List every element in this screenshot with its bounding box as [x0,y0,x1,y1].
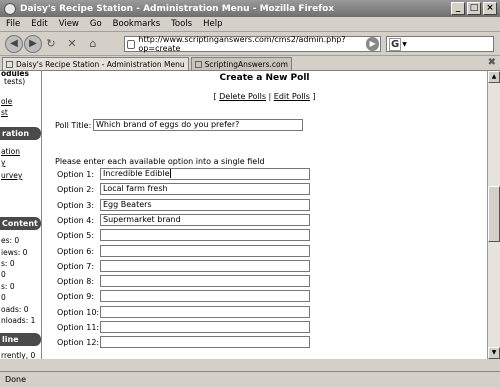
menu-go[interactable]: Go [90,19,102,29]
option-7-input[interactable] [100,259,310,272]
option-11-input[interactable] [100,321,310,333]
sidebar-link[interactable]: urvey [1,171,22,180]
option-2-input[interactable]: Local farm fresh [100,183,310,196]
status-text: Done [5,375,27,384]
scroll-thumb[interactable] [488,186,500,242]
menu-tools[interactable]: Tools [171,19,192,29]
maximize-button[interactable]: □ [467,2,481,15]
sidebar-stat: oads: 0 [1,305,29,314]
edit-polls-link[interactable]: Edit Polls [274,92,310,101]
chevron-down-icon[interactable]: ▼ [402,41,407,48]
page-icon [127,39,136,49]
stop-icon[interactable]: ✕ [64,36,80,52]
search-box[interactable]: G ▼ [386,36,494,52]
sidebar-text: tests) [4,77,26,86]
address-url[interactable]: http://www.scriptinganswers.com/cms2/adm… [138,35,366,53]
option-label: Option 12: [57,338,100,348]
scroll-down-icon[interactable]: ▼ [488,347,500,359]
sidebar-stat: 0 [1,270,6,279]
window-title: Daisy's Recipe Station - Administration … [20,3,335,14]
sidebar-stat: iews: 0 [1,248,28,257]
option-label: Option 3: [57,200,95,210]
sidebar-header-content: Content [0,217,41,230]
menu-view[interactable]: View [59,19,79,29]
sidebar-header-administration: ration [0,127,41,140]
close-button[interactable]: × [483,2,497,15]
sidebar-link[interactable]: ole [1,97,12,106]
sidebar-stat: s: 0 [1,282,15,291]
search-engine-icon[interactable]: G [389,37,402,51]
bracket-close: ] [312,92,316,101]
sidebar-stat: nloads: 1 [1,316,36,325]
instructions-text: Please enter each available option into … [55,157,265,166]
tab-bar: Daisy's Recipe Station - Administration … [0,56,500,71]
sidebar-stat: s: 0 [1,259,15,268]
poll-title-input[interactable]: Which brand of eggs do you prefer? [93,119,303,131]
sidebar-link[interactable]: st [1,108,8,117]
page-title: Create a New Poll [219,73,310,83]
menu-file[interactable]: File [6,19,20,29]
option-10-input[interactable] [100,305,310,318]
vertical-scrollbar[interactable]: ▲ ▼ [487,71,500,359]
tab-label: ScriptingAnswers.com [204,59,288,69]
option-label: Option 11: [57,323,100,332]
tab-scriptinganswers[interactable]: ScriptingAnswers.com [190,57,292,70]
option-label: Option 10: [57,307,100,317]
option-label: Option 9: [57,292,95,302]
sidebar-link[interactable]: ation [1,147,20,156]
option-label: Option 2: [57,185,95,195]
tab-page-icon [6,60,13,68]
option-1-input[interactable]: Incredible Edible [100,168,310,180]
option-label: Option 7: [57,261,95,271]
go-icon[interactable]: ▶ [366,37,379,51]
back-icon[interactable]: ◀ [5,34,23,53]
menu-bar: File Edit View Go Bookmarks Tools Help [0,17,500,32]
option-8-input[interactable] [100,275,310,288]
sidebar-text: rrently, 0 [1,351,36,359]
tab-label: Daisy's Recipe Station - Administration … [16,59,185,69]
delete-polls-link[interactable]: Delete Polls [219,92,266,101]
scroll-up-icon[interactable]: ▲ [488,71,500,83]
option-12-input[interactable] [100,336,310,349]
option-label: Option 4: [57,215,95,225]
menu-edit[interactable]: Edit [31,19,47,29]
firefox-icon [4,2,16,15]
sidebar-link[interactable]: y [1,158,5,167]
poll-title-label: Poll Title: [55,121,92,130]
option-5-input[interactable] [100,229,310,242]
sidebar-stat: es: 0 [1,236,20,245]
close-tab-icon[interactable]: ✖ [488,57,496,68]
left-sidebar: odules tests) ole st ration ation y urve… [0,71,42,359]
option-label: Option 6: [57,246,95,256]
link-separator: | [268,92,272,101]
menu-bookmarks[interactable]: Bookmarks [113,19,161,29]
option-label: Option 5: [57,231,95,241]
option-4-input[interactable]: Supermarket brand [100,213,310,226]
option-label: Option 1: [57,170,95,179]
main-content: Create a New Poll [ Delete Polls | Edit … [42,71,487,359]
forward-icon[interactable]: ▶ [24,34,42,53]
status-bar: Done [0,371,500,387]
option-9-input[interactable] [100,290,310,303]
sidebar-header-online: line [0,333,41,346]
title-bar: Daisy's Recipe Station - Administration … [0,0,500,17]
tab-page-icon [194,60,202,68]
sidebar-stat: 0 [1,293,6,302]
option-3-input[interactable]: Egg Beaters [100,198,310,211]
home-icon[interactable]: ⌂ [85,36,101,52]
bracket-open: [ [213,92,217,101]
address-bar[interactable]: http://www.scriptinganswers.com/cms2/adm… [124,35,381,53]
reload-icon[interactable]: ↻ [43,36,59,52]
menu-help[interactable]: Help [203,19,222,29]
poll-links: [ Delete Polls | Edit Polls ] [42,92,487,101]
option-6-input[interactable] [100,244,310,257]
option-label: Option 8: [57,277,95,287]
tab-admin-menu[interactable]: Daisy's Recipe Station - Administration … [2,57,189,70]
text-cursor [169,169,171,178]
minimize-button[interactable]: _ [451,2,465,15]
